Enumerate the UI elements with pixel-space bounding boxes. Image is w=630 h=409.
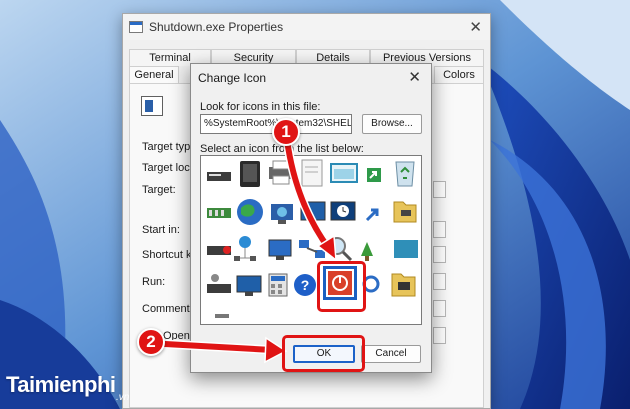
device-icon[interactable] xyxy=(240,161,260,187)
screen-teal-icon[interactable] xyxy=(394,240,418,258)
icon-list[interactable]: ? xyxy=(200,155,422,325)
browse-button[interactable]: Browse... xyxy=(362,114,422,134)
monitor-icon[interactable] xyxy=(300,201,326,224)
tree-icon[interactable] xyxy=(361,242,373,261)
help-icon[interactable]: ? xyxy=(294,274,316,296)
network-globe-icon[interactable] xyxy=(234,236,256,261)
recycle-bin-icon[interactable] xyxy=(395,161,415,187)
globe-icon[interactable] xyxy=(237,199,263,225)
partial-icon xyxy=(215,314,229,318)
calculator-icon[interactable] xyxy=(268,273,288,297)
properties-titlebar: Shutdown.exe Properties ✕ xyxy=(123,14,490,40)
monitor-plain-icon[interactable] xyxy=(268,239,292,260)
drive-power-icon[interactable] xyxy=(207,274,231,293)
comment-field-edge[interactable] xyxy=(433,300,446,317)
close-icon[interactable]: ✕ xyxy=(469,18,482,36)
app-window-icon xyxy=(129,21,143,33)
highlight-ok-button xyxy=(282,335,365,372)
network-icon[interactable] xyxy=(299,240,325,258)
circuit-board-icon[interactable] xyxy=(207,208,231,218)
shortcut-key-field-edge[interactable] xyxy=(433,246,446,263)
folder-tools-icon[interactable] xyxy=(393,201,417,223)
svg-text:?: ? xyxy=(301,277,310,293)
refresh-icon[interactable] xyxy=(362,275,380,293)
advanced-button-edge[interactable] xyxy=(433,327,446,344)
printer-icon[interactable] xyxy=(269,160,293,185)
monitor-desktop-icon[interactable] xyxy=(236,275,262,296)
search-icon[interactable] xyxy=(328,237,353,262)
folder-settings-icon[interactable] xyxy=(391,273,416,297)
window-icon[interactable] xyxy=(330,163,358,183)
highlight-selected-icon xyxy=(317,261,366,312)
watermark-suffix: .vn xyxy=(116,392,130,403)
start-in-field-edge[interactable] xyxy=(433,221,446,238)
watermark-logo: Taimienphi .vn xyxy=(6,372,129,406)
run-select-edge[interactable] xyxy=(433,273,446,290)
globe-monitor-icon[interactable] xyxy=(271,204,293,224)
step-2-badge: 2 xyxy=(137,328,165,356)
cancel-button[interactable]: Cancel xyxy=(361,345,421,363)
label-comment: Comment xyxy=(142,303,190,315)
shortcut-arrow-icon[interactable] xyxy=(367,168,381,182)
document-icon[interactable] xyxy=(301,159,323,187)
label-run: Run: xyxy=(142,276,166,288)
icon-grid: ? xyxy=(207,159,418,318)
tab-colors[interactable]: Colors xyxy=(434,66,484,83)
change-icon-dialog: Change Icon ✕ Look for icons in this fil… xyxy=(190,63,432,373)
target-field-edge[interactable] xyxy=(433,181,446,198)
link-arrow-icon[interactable] xyxy=(365,208,379,222)
shortcut-app-icon xyxy=(141,96,163,116)
close-icon[interactable]: ✕ xyxy=(408,68,421,86)
drive-icon[interactable] xyxy=(207,172,231,181)
label-target: Target: xyxy=(142,184,176,196)
label-start-in: Start in: xyxy=(142,224,180,236)
label-target-type: Target type xyxy=(142,141,197,153)
step-1-badge: 1 xyxy=(272,118,300,146)
monitor-clock-icon[interactable] xyxy=(330,201,356,221)
drive-remove-icon[interactable] xyxy=(207,246,231,255)
label-target-location: Target loca xyxy=(142,162,196,174)
properties-title: Shutdown.exe Properties xyxy=(149,20,284,34)
watermark-brand: Taimienphi xyxy=(6,372,116,397)
tab-general[interactable]: General xyxy=(129,66,179,83)
dialog-title: Change Icon xyxy=(198,71,267,85)
look-for-label: Look for icons in this file: xyxy=(200,101,321,113)
